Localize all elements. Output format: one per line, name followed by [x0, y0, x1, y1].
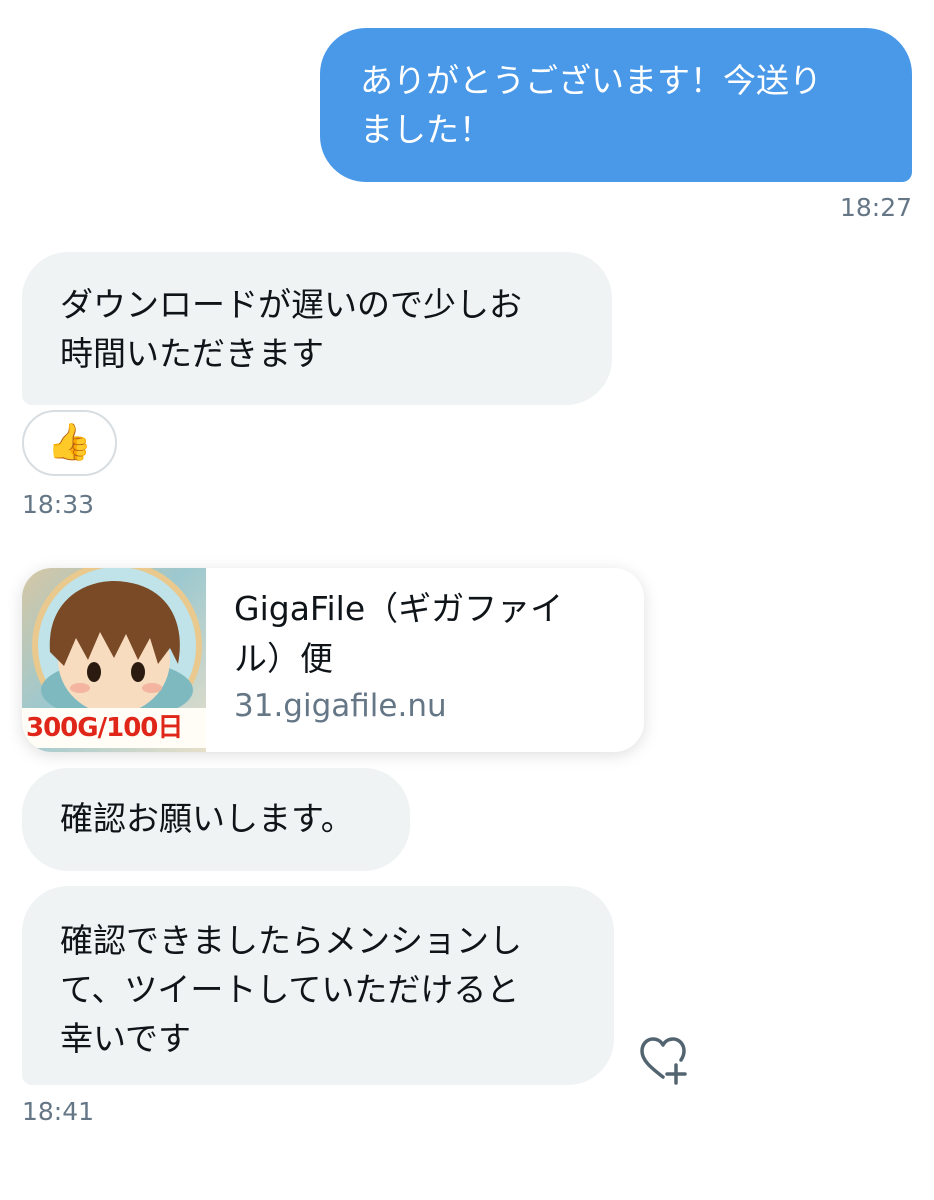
heart-plus-icon[interactable]	[636, 1033, 690, 1087]
message-timestamp: 18:27	[839, 193, 912, 222]
thumbnail-banner-text: 300G/100日	[22, 708, 206, 748]
link-domain: 31.gigafile.nu	[234, 688, 447, 724]
reaction-badge[interactable]: 👍	[22, 410, 117, 476]
received-message-bubble[interactable]: 確認できましたらメンションし て、ツイートしていただけると 幸いです	[22, 886, 614, 1085]
received-message-bubble[interactable]: ダウンロードが遅いので少しお 時間いただきます	[22, 252, 612, 405]
link-preview-card[interactable]: 300G/100日 GigaFile（ギガファイ ル）便 31.gigafile…	[22, 568, 644, 752]
thumbs-up-icon: 👍	[47, 422, 92, 463]
received-message-bubble[interactable]: 確認お願いします。	[22, 768, 410, 871]
sent-message-bubble[interactable]: ありがとうございます！今送り ました！	[320, 28, 912, 182]
message-timestamp: 18:41	[22, 1097, 95, 1126]
message-timestamp: 18:33	[22, 490, 95, 519]
link-title: GigaFile（ギガファイ ル）便	[234, 589, 564, 678]
link-thumbnail: 300G/100日	[22, 568, 206, 752]
